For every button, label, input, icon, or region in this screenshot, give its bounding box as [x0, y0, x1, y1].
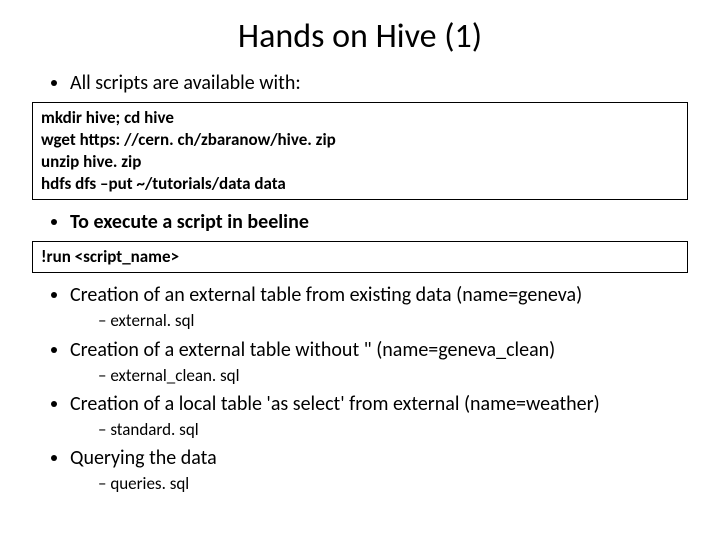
sub-item: standard. sql — [98, 419, 690, 440]
bullet-text: Querying the data — [70, 446, 217, 470]
slide: Hands on Hive (1) All scripts are availa… — [0, 0, 720, 540]
code-line: hdfs dfs –put ~/tutorials/data data — [41, 173, 679, 195]
sub-item: external. sql — [98, 310, 690, 331]
code-line: unzip hive. zip — [41, 151, 679, 173]
bullet-list: All scripts are available with: — [30, 71, 690, 96]
sub-list: external_clean. sql — [70, 365, 690, 386]
sub-list: standard. sql — [70, 419, 690, 440]
code-block-setup: mkdir hive; cd hive wget https: //cern. … — [32, 102, 688, 200]
bullet-item: Querying the data queries. sql — [70, 446, 690, 494]
code-line: wget https: //cern. ch/zbaranow/hive. zi… — [41, 129, 679, 151]
bullet-item: Creation of a external table without " (… — [70, 338, 690, 386]
bullet-text: Creation of an external table from exist… — [70, 283, 582, 307]
sub-list: external. sql — [70, 310, 690, 331]
bullet-list: To execute a script in beeline — [30, 210, 690, 235]
sub-list: queries. sql — [70, 473, 690, 494]
code-block-run: !run <script_name> — [32, 241, 688, 273]
slide-title: Hands on Hive (1) — [30, 16, 690, 57]
bullet-list: Creation of an external table from exist… — [30, 283, 690, 494]
bullet-text: Creation of a local table 'as select' fr… — [70, 392, 600, 416]
bullet-intro: All scripts are available with: — [70, 71, 690, 96]
bullet-text: Creation of a external table without " (… — [70, 338, 555, 362]
code-line: !run <script_name> — [41, 246, 679, 268]
bullet-item: Creation of an external table from exist… — [70, 283, 690, 331]
sub-item: queries. sql — [98, 473, 690, 494]
code-line: mkdir hive; cd hive — [41, 107, 679, 129]
bullet-item: Creation of a local table 'as select' fr… — [70, 392, 690, 440]
sub-item: external_clean. sql — [98, 365, 690, 386]
bullet-exec: To execute a script in beeline — [70, 210, 690, 235]
